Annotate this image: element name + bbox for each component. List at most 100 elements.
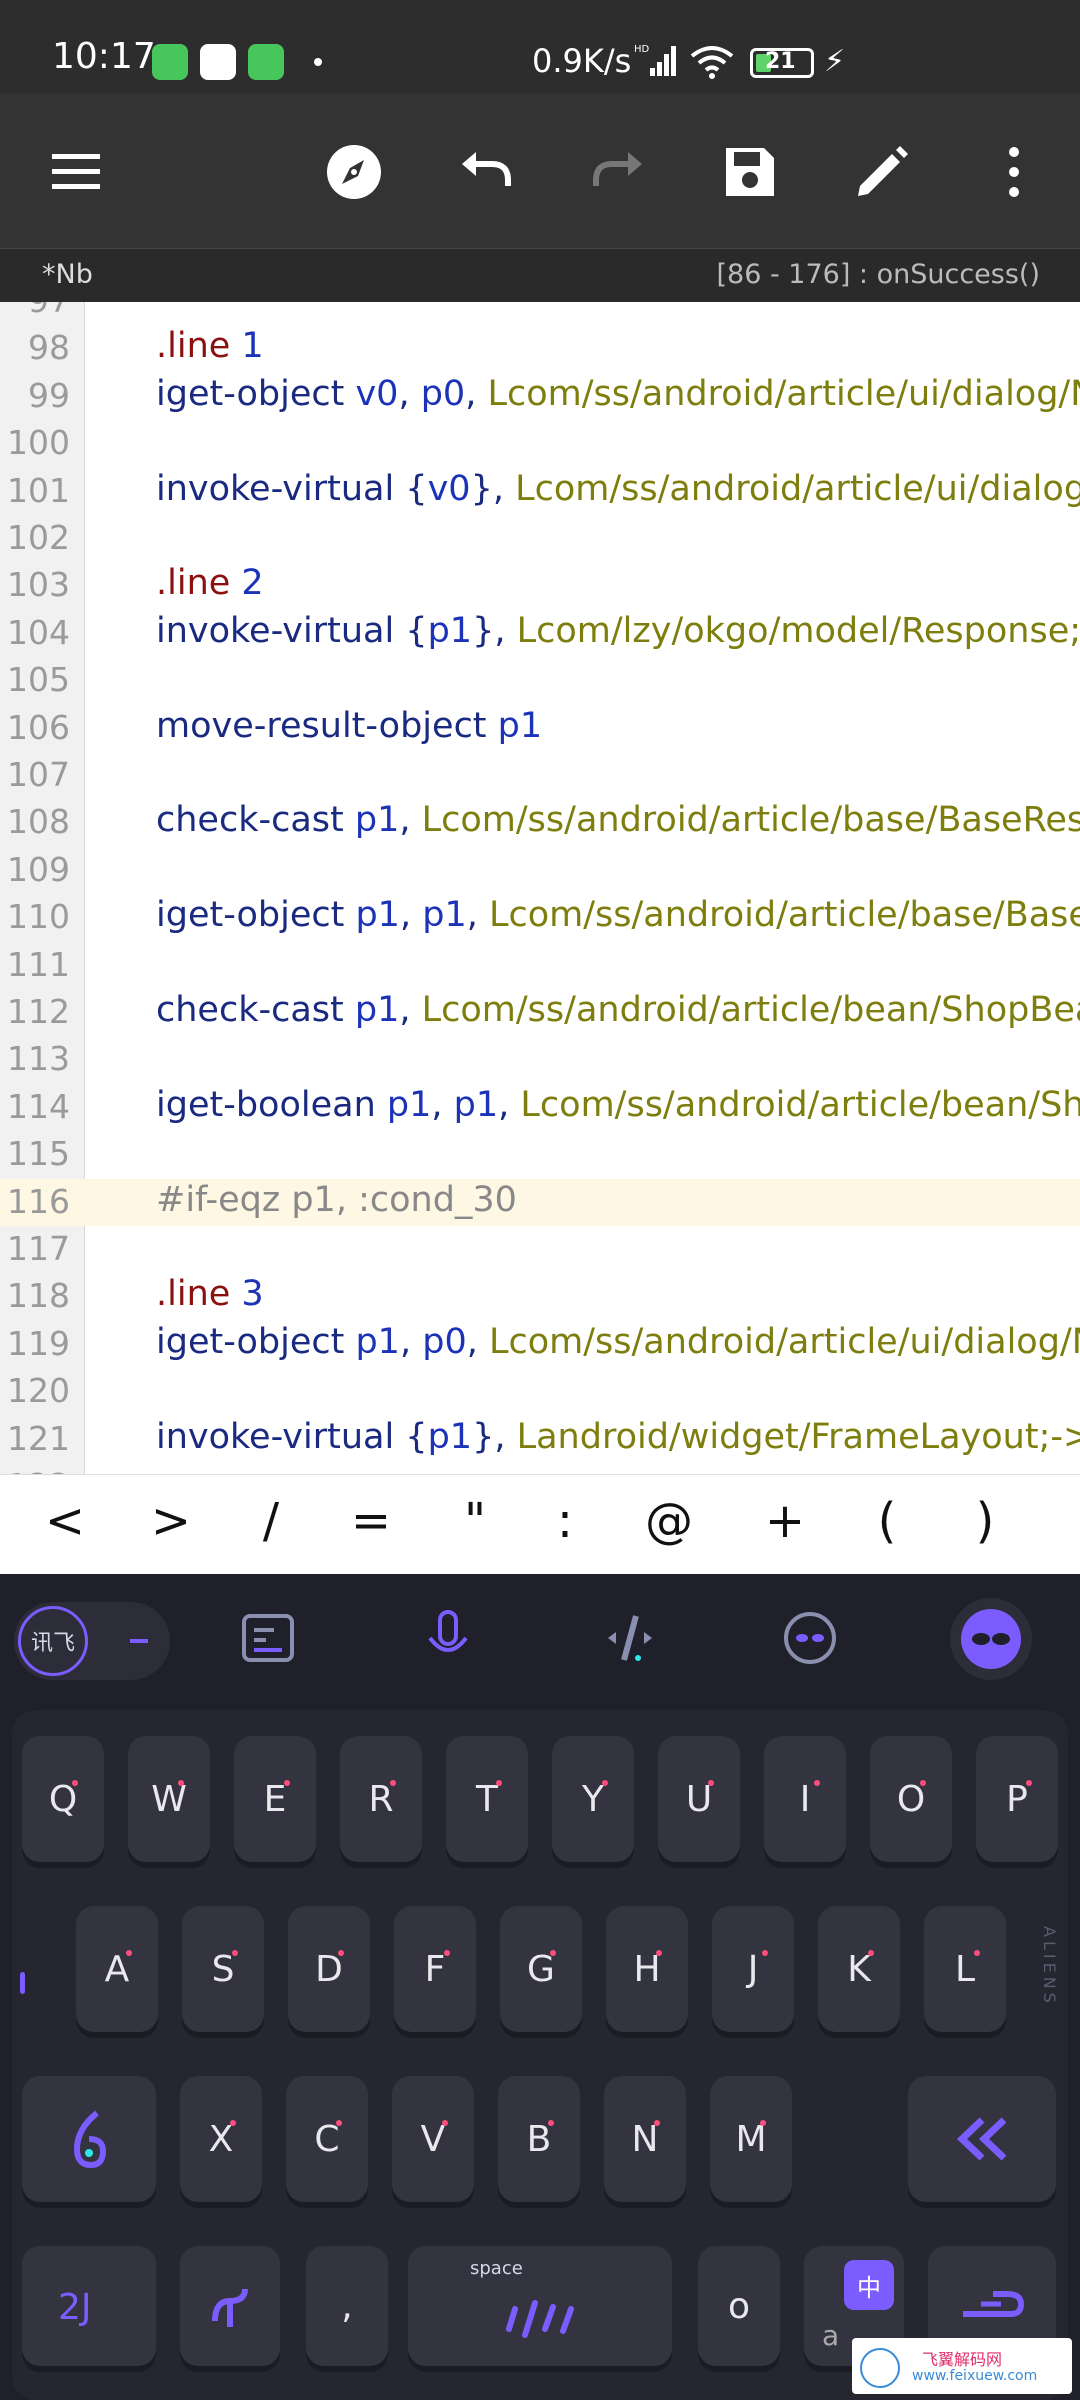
symbol-key[interactable]: ) (950, 1493, 1020, 1549)
number-mode-key[interactable]: 2J (22, 2246, 156, 2366)
code-line[interactable]: 99 iget-object v0, p0, Lcom/ss/android/ar… (0, 373, 1080, 420)
code-line[interactable]: 117 (0, 1226, 1080, 1273)
code-line[interactable]: 122 (0, 1463, 1080, 1474)
key-v[interactable]: V (392, 2076, 474, 2202)
key-y[interactable]: Y (552, 1736, 634, 1862)
line-number: 100 (7, 423, 70, 463)
key-e[interactable]: E (234, 1736, 316, 1862)
code-line[interactable]: 119 iget-object p1, p0, Lcom/ss/android/a… (0, 1321, 1080, 1368)
key-dot (974, 1950, 980, 1956)
key-w[interactable]: W (128, 1736, 210, 1862)
code-token: }, (472, 1416, 517, 1457)
code-line[interactable]: 110 iget-object p1, p1, Lcom/ss/android/a… (0, 894, 1080, 941)
code-line[interactable]: 108 check-cast p1, Lcom/ss/android/articl… (0, 799, 1080, 846)
code-line[interactable]: 111 (0, 942, 1080, 989)
symbol-key[interactable]: > (136, 1493, 206, 1549)
compass-icon[interactable] (306, 124, 402, 220)
code-line[interactable]: 118 .line 3 (0, 1273, 1080, 1320)
alien-avatar-icon[interactable] (950, 1598, 1032, 1680)
symbol-key[interactable]: : (530, 1493, 600, 1549)
code-line[interactable]: 120 (0, 1368, 1080, 1415)
code-line[interactable]: 116 #if-eqz p1, :cond_30 (0, 1178, 1080, 1226)
key-f[interactable]: F (394, 1906, 476, 2032)
key-c[interactable]: C (286, 2076, 368, 2202)
key-dot (338, 1950, 344, 1956)
code-line[interactable]: 109 (0, 847, 1080, 894)
comma-key[interactable]: , (306, 2246, 388, 2366)
code-line[interactable]: 106 move-result-object p1 (0, 705, 1080, 752)
code-line[interactable]: 107 (0, 752, 1080, 799)
code-line[interactable]: 98 .line 1 (0, 325, 1080, 372)
code-line[interactable]: 115 (0, 1131, 1080, 1178)
key-label: K (847, 1948, 871, 1990)
shift-icon (73, 2110, 107, 2169)
key-i[interactable]: I (764, 1736, 846, 1862)
code-line[interactable]: 101 invoke-virtual {v0}, Lcom/ss/android/… (0, 468, 1080, 515)
keyboard-layout-icon[interactable] (228, 1598, 308, 1678)
code-editor[interactable]: 97 98 .line 1 99 iget-object v0, p0, Lcom/ss… (0, 302, 1080, 1474)
code-line[interactable]: 102 (0, 515, 1080, 562)
key-a[interactable]: A (76, 1906, 158, 2032)
symbol-key[interactable]: < (30, 1493, 100, 1549)
key-n[interactable]: N (604, 2076, 686, 2202)
symbol-key[interactable]: @ (634, 1493, 704, 1549)
backspace-key[interactable] (908, 2076, 1056, 2202)
period-key[interactable]: o (698, 2246, 780, 2366)
key-dot (656, 1950, 662, 1956)
code-line[interactable]: 112 check-cast p1, Lcom/ss/android/articl… (0, 989, 1080, 1036)
alien-face-icon[interactable] (770, 1598, 850, 1678)
line-number: 117 (7, 1229, 70, 1268)
key-g[interactable]: G (500, 1906, 582, 2032)
key-b[interactable]: B (498, 2076, 580, 2202)
line-number: 115 (7, 1134, 70, 1174)
edit-icon[interactable] (834, 124, 930, 220)
code-line[interactable]: 104 invoke-virtual {p1}, Lcom/lzy/okgo/mo… (0, 610, 1080, 657)
microphone-icon[interactable] (408, 1598, 488, 1678)
symbol-key[interactable]: " (440, 1493, 510, 1549)
ime-toggle[interactable]: 讯飞 (14, 1602, 170, 1680)
key-s[interactable]: S (182, 1906, 264, 2032)
code-token: p1 (386, 1084, 432, 1125)
key-o[interactable]: O (870, 1736, 952, 1862)
emoji-key[interactable] (180, 2246, 280, 2366)
code-text: .line 2 (156, 563, 264, 603)
key-p[interactable]: P (976, 1736, 1058, 1862)
code-line[interactable]: 114 iget-boolean p1, p1, Lcom/ss/android/… (0, 1084, 1080, 1131)
file-name[interactable]: *Nb (42, 259, 93, 290)
code-line[interactable]: 103 .line 2 (0, 562, 1080, 609)
key-h[interactable]: H (606, 1906, 688, 2032)
code-line[interactable]: 121 invoke-virtual {p1}, Landroid/widget/… (0, 1416, 1080, 1463)
code-line[interactable]: 105 (0, 657, 1080, 704)
ime-logo: 讯飞 (18, 1606, 88, 1676)
key-m[interactable]: M (710, 2076, 792, 2202)
key-j[interactable]: J (712, 1906, 794, 2032)
code-token: Lcom/ss/android/article/bean/ShopBean (421, 990, 1080, 1030)
key-q[interactable]: Q (22, 1736, 104, 1862)
more-icon[interactable] (966, 124, 1062, 220)
code-token: }, (470, 468, 516, 509)
key-t[interactable]: T (446, 1736, 528, 1862)
signal-icon: HD (634, 44, 676, 76)
space-key[interactable]: space (408, 2246, 672, 2366)
symbol-key[interactable]: + (750, 1493, 820, 1549)
code-line[interactable]: 100 (0, 420, 1080, 467)
code-line[interactable]: 113 (0, 1036, 1080, 1083)
key-d[interactable]: D (288, 1906, 370, 2032)
code-text: invoke-virtual {v0}, Lcom/ss/android/art… (156, 469, 1080, 509)
symbol-key[interactable]: = (336, 1493, 406, 1549)
redo-icon[interactable] (570, 124, 666, 220)
code-line[interactable]: 97 (0, 302, 1080, 325)
key-r[interactable]: R (340, 1736, 422, 1862)
key-x[interactable]: X (180, 2076, 262, 2202)
key-u[interactable]: U (658, 1736, 740, 1862)
key-l[interactable]: L (924, 1906, 1006, 2032)
text-cursor-icon[interactable] (590, 1598, 670, 1678)
symbol-key[interactable]: / (236, 1493, 306, 1549)
symbol-key[interactable]: ( (852, 1493, 922, 1549)
undo-icon[interactable] (438, 124, 534, 220)
save-icon[interactable] (702, 124, 798, 220)
method-range[interactable]: [86 - 176] : onSuccess() (716, 259, 1040, 290)
shift-key[interactable] (22, 2076, 156, 2202)
key-k[interactable]: K (818, 1906, 900, 2032)
menu-icon[interactable] (28, 124, 124, 220)
